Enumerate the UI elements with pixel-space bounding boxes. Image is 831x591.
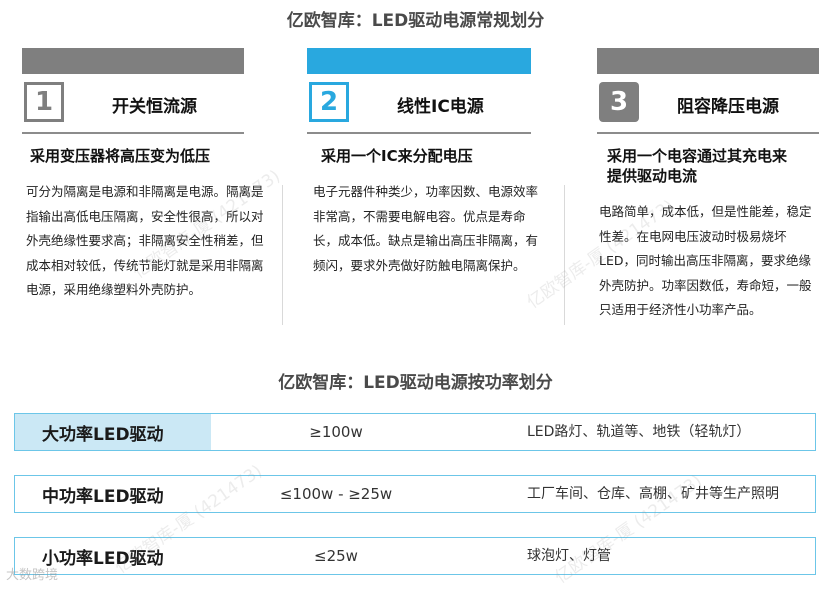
- category-description: 可分为隔离是电源和非隔离是电源。隔离是指输出高低电压隔离，安全性很高，所以对外壳…: [26, 184, 264, 297]
- category-description: 电子元器件种类少，功率因数、电源效率非常高，不需要电解电容。优点是寿命长，成本低…: [313, 184, 539, 273]
- power-title: 亿欧智库：LED驱动电源按功率划分: [278, 373, 553, 393]
- category-bar: [22, 48, 244, 74]
- power-row-label: 大功率LED驱动: [15, 414, 211, 450]
- power-row: 小功率LED驱动 ≤25w 球泡灯、灯管: [14, 537, 816, 575]
- category-rule: [307, 132, 531, 134]
- category-subtitle: 采用变压器将高压变为低压: [30, 147, 211, 165]
- category-rule: [22, 132, 244, 134]
- category-column-3: 3 阻容降压电源 采用一个电容通过其充电来提供驱动电流 电路简单，成本低，但是性…: [597, 48, 819, 368]
- category-header: 2 线性IC电源: [307, 82, 531, 134]
- category-header: 3 阻容降压电源: [597, 82, 819, 134]
- category-number: 1: [24, 82, 64, 122]
- category-heading: 线性IC电源: [397, 97, 484, 117]
- power-row-range: ≤100w - ≥25w: [279, 485, 393, 503]
- column-divider: [282, 185, 283, 325]
- power-row-range: ≤25w: [314, 547, 358, 565]
- category-heading: 开关恒流源: [112, 97, 197, 117]
- category-subtitle: 采用一个IC来分配电压: [321, 147, 473, 165]
- category-header: 1 开关恒流源: [22, 82, 244, 134]
- category-column-2: 2 线性IC电源 采用一个IC来分配电压 电子元器件种类少，功率因数、电源效率非…: [307, 48, 538, 368]
- category-subtitle: 采用一个电容通过其充电来提供驱动电流: [607, 147, 788, 185]
- corner-watermark: 大数跨境: [6, 568, 59, 583]
- power-row-applications: LED路灯、轨道等、地铁（轻轨灯）: [527, 424, 751, 440]
- classification-title: 亿欧智库：LED驱动电源常规划分: [286, 11, 545, 31]
- category-bar: [597, 48, 819, 74]
- power-row: 大功率LED驱动 ≥100w LED路灯、轨道等、地铁（轻轨灯）: [14, 413, 816, 451]
- category-heading: 阻容降压电源: [677, 97, 779, 117]
- category-description: 电路简单，成本低，但是性能差，稳定性差。在电网电压波动时极易烧坏LED，同时输出…: [599, 204, 812, 317]
- power-row-range: ≥100w: [309, 423, 363, 441]
- power-row: 中功率LED驱动 ≤100w - ≥25w 工厂车间、仓库、高棚、矿井等生产照明: [14, 475, 816, 513]
- category-number: 3: [599, 82, 639, 122]
- category-column-1: 1 开关恒流源 采用变压器将高压变为低压 可分为隔离是电源和非隔离是电源。隔离是…: [22, 48, 264, 368]
- category-bar: [307, 48, 531, 74]
- power-row-label: 中功率LED驱动: [42, 486, 164, 507]
- category-number: 2: [309, 82, 349, 122]
- column-divider: [564, 185, 565, 325]
- power-row-applications: 工厂车间、仓库、高棚、矿井等生产照明: [527, 486, 779, 502]
- category-rule: [597, 132, 819, 134]
- power-row-applications: 球泡灯、灯管: [527, 548, 611, 564]
